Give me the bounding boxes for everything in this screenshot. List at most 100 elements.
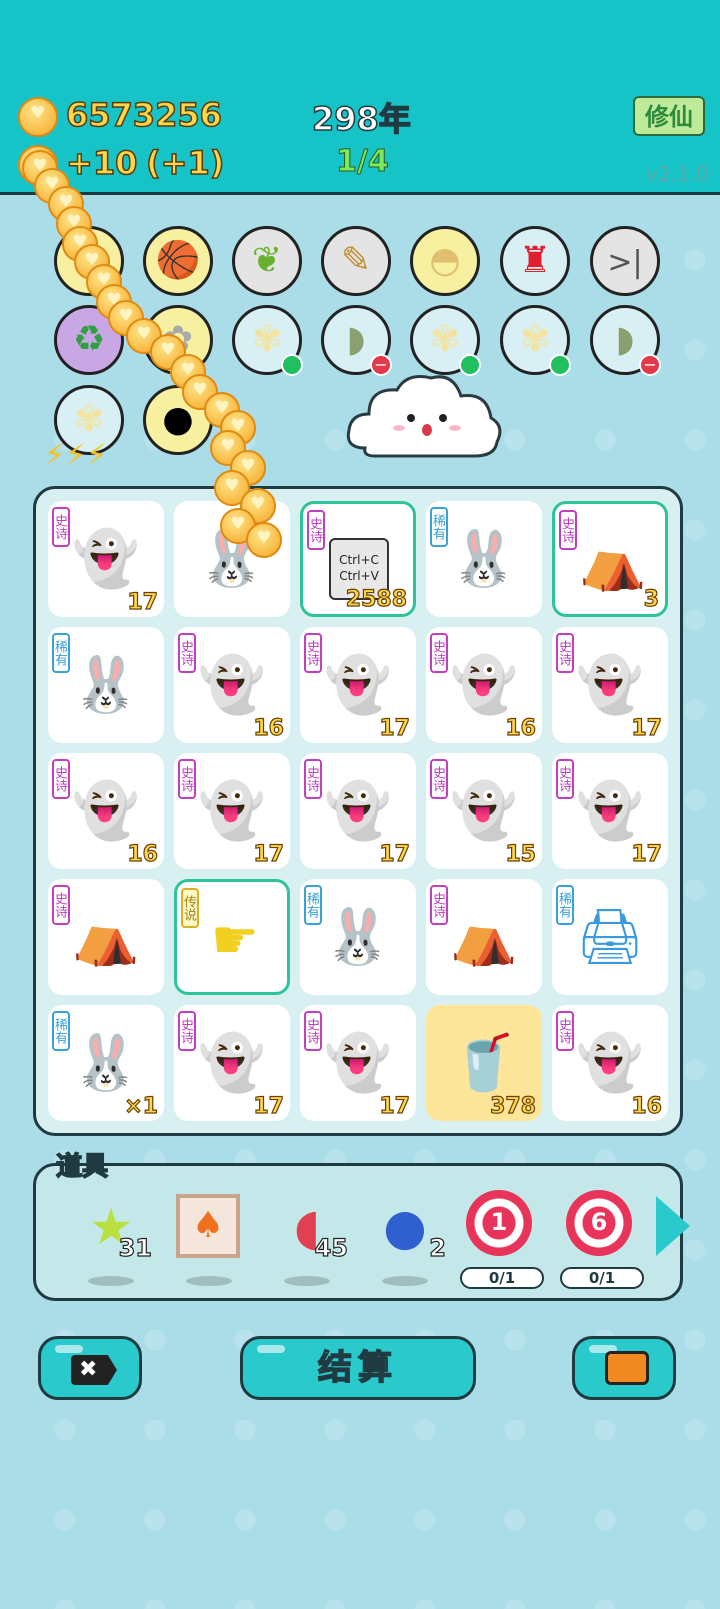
round-progress: 1/4 <box>336 144 390 180</box>
cell-count: 17 <box>253 841 285 867</box>
cloud-mascot-icon <box>346 375 502 458</box>
board-cell[interactable]: 👻 史诗 17 <box>300 753 416 869</box>
board-cell[interactable]: 👻 史诗 17 <box>300 1005 416 1121</box>
item-slot[interactable]: 🏀 <box>143 226 213 296</box>
item-slot[interactable]: ❦ <box>232 226 302 296</box>
board-cell[interactable]: Ctrl+C Ctrl+V 史诗 2588 <box>300 501 416 617</box>
rarity-tag: 史诗 <box>178 633 196 673</box>
game-board: 👻 史诗 17 🐰 Ctrl+C Ctrl+V 史诗 2588 🐰 稀有 ⛺ 史诗 3 🐰 稀有 👻 史诗 16 👻… <box>33 486 683 1136</box>
item-slot[interactable]: ✎ <box>321 226 391 296</box>
version-label: v2.1.0 <box>646 162 709 186</box>
rarity-tag: 稀有 <box>430 507 448 547</box>
board-cell[interactable]: 👻 史诗 17 <box>300 627 416 743</box>
close-button[interactable]: ✖ <box>38 1336 142 1400</box>
ghost-icon: 👻 <box>576 1031 644 1094</box>
target-number: 6 <box>590 1208 608 1236</box>
money-bag-icon: ◗ <box>346 319 366 360</box>
lantern-house-icon: ⛺ <box>450 905 518 968</box>
board-cell[interactable]: 👻 史诗 15 <box>426 753 542 869</box>
lightning-icon: ⚡⚡⚡ <box>44 438 108 473</box>
item-slot[interactable]: ♜ <box>500 226 570 296</box>
rarity-tag: 史诗 <box>178 759 196 799</box>
board-cell[interactable]: 🐰 稀有 <box>48 627 164 743</box>
board-cell[interactable]: 👻 史诗 17 <box>552 753 668 869</box>
copy-label: Ctrl+C <box>339 553 379 567</box>
rarity-tag: 史诗 <box>556 633 574 673</box>
target-progress: 0/1 <box>460 1267 544 1289</box>
board-cell[interactable]: 👻 史诗 16 <box>552 1005 668 1121</box>
rarity-tag: 史诗 <box>304 1011 322 1051</box>
props-panel: ★ 31 ♠ ◖ 45 ● 2 1 0/1 6 0/1 <box>33 1163 690 1301</box>
board-cell[interactable]: ⛺ 史诗 3 <box>552 501 668 617</box>
cell-count: 17 <box>631 841 663 867</box>
board-cell[interactable]: ⛺ 史诗 <box>426 879 542 995</box>
lantern-house-icon: ⛺ <box>72 905 140 968</box>
bag-button[interactable] <box>572 1336 676 1400</box>
cell-count: 3 <box>643 586 660 612</box>
board-cell[interactable]: 🐰 稀有 <box>426 501 542 617</box>
board-cell[interactable]: 👻 史诗 17 <box>48 501 164 617</box>
cell-count: 17 <box>253 1093 285 1119</box>
board-cell[interactable]: 👻 史诗 17 <box>552 627 668 743</box>
cell-count: 15 <box>505 841 537 867</box>
prop-target-1[interactable]: 1 0/1 <box>460 1186 544 1289</box>
item-slot[interactable]: >| <box>590 226 660 296</box>
board-cell[interactable]: 🥤 378 <box>426 1005 542 1121</box>
board-cell[interactable]: 👻 史诗 16 <box>174 627 290 743</box>
rarity-tag: 史诗 <box>52 885 70 925</box>
item-slot[interactable]: ✾ <box>232 305 303 376</box>
item-slot[interactable]: ◗ <box>590 305 661 376</box>
board-cell[interactable]: 👻 史诗 16 <box>48 753 164 869</box>
shadow <box>382 1276 428 1286</box>
props-label: 道具 <box>55 1151 109 1183</box>
close-icon: ✖ <box>71 1355 117 1385</box>
ghost-icon: 👻 <box>198 653 266 716</box>
shadow <box>186 1276 232 1286</box>
board-cell[interactable]: 🐰 稀有 ×1 <box>48 1005 164 1121</box>
cell-count: 16 <box>505 715 537 741</box>
cultivate-button[interactable]: 修仙 <box>633 96 705 136</box>
item-slot[interactable]: ◓ <box>410 226 480 296</box>
paste-label: Ctrl+V <box>339 569 379 583</box>
rarity-tag: 史诗 <box>430 633 448 673</box>
board-cell[interactable]: ☛ 传说 <box>174 879 290 995</box>
prop-target-6[interactable]: 6 0/1 <box>560 1186 644 1289</box>
item-slot[interactable]: ✾ <box>410 305 481 376</box>
potted-flower-icon: ✾ <box>251 319 283 360</box>
shine <box>55 1345 83 1353</box>
board-cell[interactable]: 👻 史诗 16 <box>426 627 542 743</box>
prop-blueberry[interactable]: ● 2 <box>366 1186 447 1286</box>
board-cell[interactable]: 👻 史诗 17 <box>174 753 290 869</box>
board-cell[interactable]: 👻 史诗 17 <box>174 1005 290 1121</box>
money-bag-icon: ◗ <box>615 319 635 360</box>
rabbit-icon: 🐰 <box>450 527 518 590</box>
rarity-tag: 史诗 <box>430 885 448 925</box>
item-slot[interactable]: ◗ <box>321 305 392 376</box>
screwdriver-icon: ✎ <box>340 240 372 281</box>
cell-count: 16 <box>127 841 159 867</box>
target-icon: 1 <box>466 1190 532 1256</box>
shell-icon: ◓ <box>429 240 461 281</box>
board-cell[interactable]: 🖨 稀有 <box>552 879 668 995</box>
pointing-hand-icon: ☛ <box>210 908 260 971</box>
board-cell[interactable]: ⛺ 史诗 <box>48 879 164 995</box>
prop-carrot-frame[interactable]: ♠ <box>170 1186 250 1286</box>
settle-button[interactable]: 结算 <box>240 1336 476 1400</box>
prop-star[interactable]: ★ 31 <box>72 1186 153 1286</box>
ghost-icon: 👻 <box>198 1031 266 1094</box>
plus-badge-icon <box>549 354 571 376</box>
cell-count: 17 <box>379 715 411 741</box>
prop-count: 2 <box>429 1233 447 1262</box>
ghost-icon: 👻 <box>324 653 392 716</box>
target-number: 1 <box>490 1208 508 1236</box>
cell-count: 16 <box>253 715 285 741</box>
prop-count: 45 <box>314 1233 349 1262</box>
recycle-icon: ♻ <box>72 319 106 360</box>
prop-liver[interactable]: ◖ 45 <box>268 1186 349 1286</box>
item-slot[interactable]: ✾ <box>500 305 571 376</box>
board-cell[interactable]: 🐰 稀有 <box>300 879 416 995</box>
rarity-tag: 稀有 <box>52 1011 70 1051</box>
next-arrow-icon[interactable] <box>656 1196 690 1256</box>
rarity-tag: 传说 <box>181 888 199 928</box>
shine <box>257 1345 285 1353</box>
